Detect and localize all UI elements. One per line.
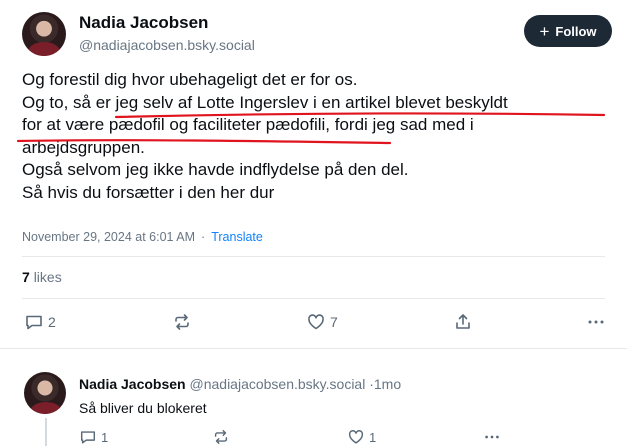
- post-meta: November 29, 2024 at 6:01 AM · Translate: [22, 230, 263, 244]
- heart-icon: [348, 430, 364, 444]
- author-handle[interactable]: @nadiajacobsen.bsky.social: [79, 37, 255, 53]
- reply-author-avatar[interactable]: [24, 372, 66, 414]
- repost-arrows-icon: [175, 314, 189, 330]
- reply-time[interactable]: 1mo: [374, 376, 401, 392]
- likes-summary[interactable]: 7 likes: [22, 269, 62, 285]
- likes-label: likes: [33, 269, 62, 285]
- share-button[interactable]: [453, 312, 473, 332]
- share-icon: [456, 314, 470, 329]
- speech-bubble-icon: [26, 315, 42, 330]
- post-line: Og to, så er jeg selv af Lotte Ingerslev…: [22, 92, 508, 112]
- reply-actions: 1 1: [0, 428, 627, 446]
- divider: [22, 256, 605, 257]
- reply-post[interactable]: Nadia Jacobsen @nadiajacobsen.bsky.socia…: [0, 356, 627, 446]
- speech-bubble-icon: [80, 431, 96, 444]
- plus-icon: +: [539, 21, 550, 41]
- follow-button[interactable]: + Follow: [524, 15, 612, 47]
- reply-reply-button[interactable]: 1: [79, 428, 108, 446]
- post-line: arbejdsgruppen.: [22, 137, 145, 157]
- repost-arrows-icon: [214, 429, 228, 445]
- heart-icon: [308, 314, 324, 330]
- repost-button[interactable]: [172, 312, 192, 332]
- post-body: Og forestil dig hvor ubehageligt det er …: [22, 69, 617, 204]
- reply-reply-count: 1: [101, 429, 109, 445]
- divider: [22, 298, 605, 299]
- reply-header: Nadia Jacobsen @nadiajacobsen.bsky.socia…: [79, 376, 401, 392]
- author-avatar[interactable]: [22, 12, 66, 56]
- meta-separator: ·: [201, 230, 206, 244]
- likes-count: 7: [22, 269, 30, 285]
- reply-author-handle[interactable]: @nadiajacobsen.bsky.social: [190, 376, 366, 392]
- thread-separator: [0, 348, 627, 356]
- post-line: for at være pædofil og faciliteter pædof…: [22, 115, 474, 134]
- like-button[interactable]: 7: [306, 312, 338, 332]
- post-actions: 2 7: [0, 312, 627, 338]
- reply-more-options-button[interactable]: [483, 428, 501, 446]
- author-display-name[interactable]: Nadia Jacobsen: [79, 13, 208, 33]
- post-line: Så hvis du forsætter i den her dur: [22, 182, 275, 202]
- reply-repost-button[interactable]: [212, 428, 230, 446]
- reply-like-button[interactable]: 1: [347, 428, 376, 446]
- reply-body: Så bliver du blokeret: [79, 400, 207, 416]
- reply-button[interactable]: 2: [24, 312, 56, 332]
- ellipsis-icon: [485, 435, 499, 439]
- post-line: Og forestil dig hvor ubehageligt det er …: [22, 70, 358, 89]
- reply-author-name[interactable]: Nadia Jacobsen: [79, 376, 186, 392]
- like-count: 7: [330, 314, 338, 330]
- reply-like-count: 1: [369, 429, 377, 445]
- post: Nadia Jacobsen @nadiajacobsen.bsky.socia…: [0, 0, 627, 348]
- reply-count: 2: [48, 314, 56, 330]
- ellipsis-icon: [588, 320, 604, 324]
- post-line: Også selvom jeg ikke havde indflydelse p…: [22, 160, 409, 179]
- follow-label: Follow: [555, 23, 597, 39]
- more-options-button[interactable]: [586, 312, 606, 332]
- translate-link[interactable]: Translate: [211, 230, 263, 244]
- post-timestamp[interactable]: November 29, 2024 at 6:01 AM: [22, 230, 195, 244]
